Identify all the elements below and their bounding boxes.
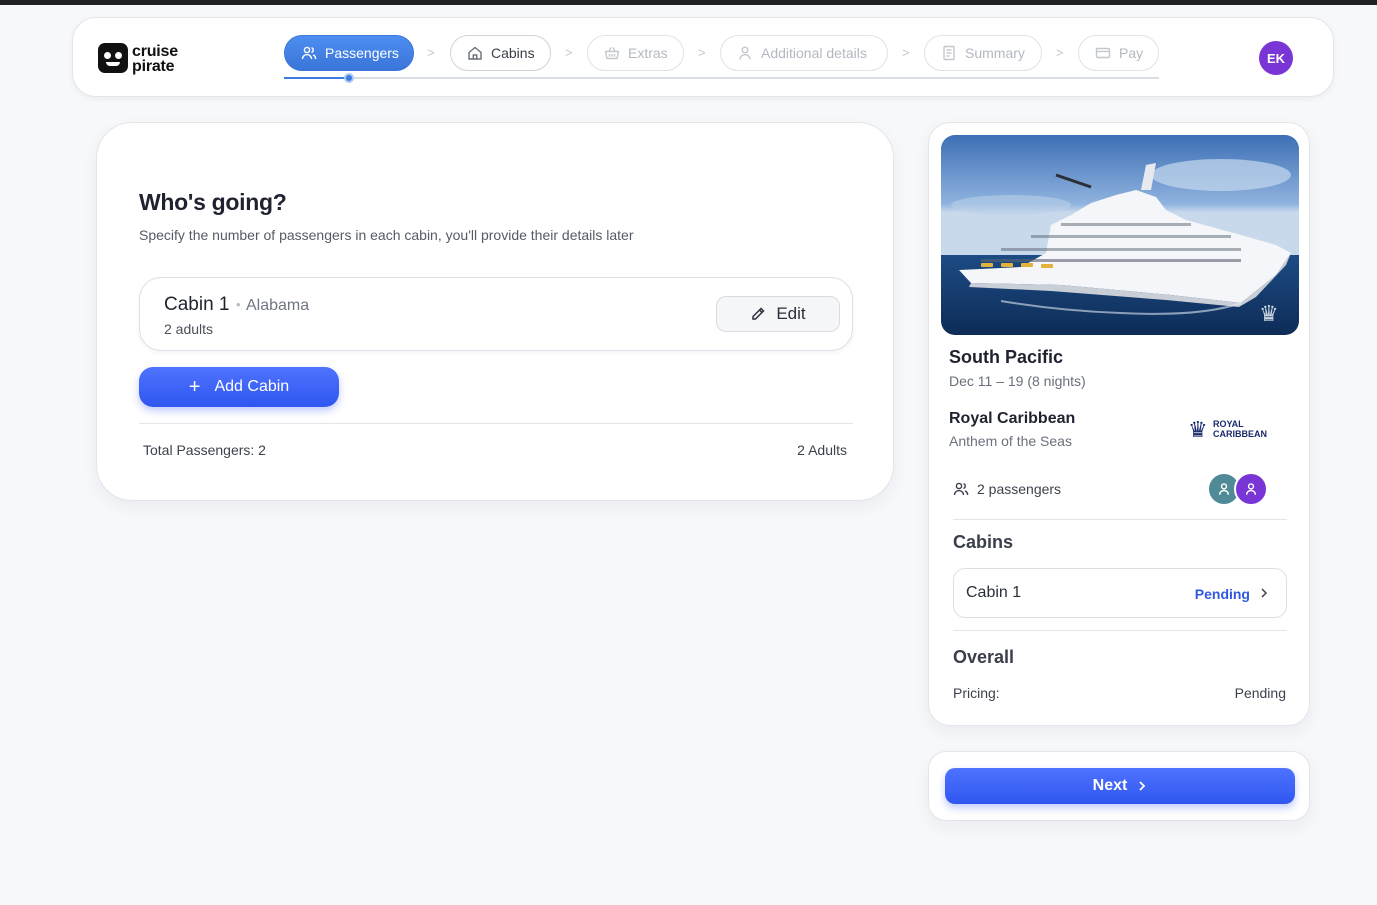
royal-caribbean-logo: ♛ ROYAL CARIBBEAN [1188, 416, 1272, 443]
pencil-icon [752, 307, 765, 320]
step-cabins[interactable]: Cabins [450, 35, 551, 71]
cabin-occupants: 2 adults [164, 321, 214, 337]
cabins-heading: Cabins [953, 532, 1014, 552]
chevron-right-icon: > [565, 45, 573, 60]
users-icon [301, 46, 317, 60]
step-passengers[interactable]: Passengers [284, 35, 414, 71]
ship-image: ♛ [941, 135, 1299, 335]
step-summary: Summary [924, 35, 1042, 71]
cabin-name: Cabin 1 [164, 294, 230, 315]
document-icon [943, 45, 955, 61]
divider [953, 519, 1287, 520]
cruise-dates: Dec 11 – 19 (8 nights) [949, 373, 1086, 389]
user-avatar[interactable]: EK [1259, 41, 1293, 75]
cabin-separator: • [236, 297, 241, 312]
home-icon [468, 46, 482, 60]
pricing-label: Pricing: [953, 685, 1000, 701]
chevron-right-icon [1139, 781, 1146, 791]
add-cabin-button[interactable]: + Add Cabin [139, 367, 339, 407]
ship-name: Anthem of the Seas [949, 433, 1072, 449]
step-progress-bar [284, 73, 1159, 83]
step-additional-details: Additional details [720, 35, 888, 71]
header: cruise pirate Passengers > Cabins > Extr… [72, 17, 1334, 97]
chevron-right-icon: > [1056, 45, 1064, 60]
step-progress-dot [344, 73, 354, 83]
destination: South Pacific [949, 347, 1064, 367]
overall-heading: Overall [953, 647, 1015, 667]
divider [139, 423, 853, 424]
page-title: Who's going? [139, 189, 287, 215]
passenger-count: 2 passengers [953, 481, 1061, 497]
passenger-avatar [1234, 472, 1268, 506]
pirate-logo-icon [98, 43, 128, 73]
total-breakdown: 2 Adults [797, 442, 847, 458]
passengers-card: Who's going? Specify the number of passe… [96, 122, 894, 501]
svg-text:♛: ♛ [1259, 302, 1279, 327]
cabin-card: Cabin 1 • Alabama 2 adults Edit [139, 277, 853, 351]
booking-summary-card: ♛ South Pacific Dec 11 – 19 (8 nights) R… [928, 122, 1310, 726]
user-icon [1245, 483, 1257, 495]
total-passengers: Total Passengers: 2 [143, 442, 266, 458]
svg-text:CARIBBEAN: CARIBBEAN [1213, 429, 1267, 439]
divider [953, 630, 1287, 631]
cruise-line: Royal Caribbean [949, 410, 1076, 427]
step-pay: Pay [1078, 35, 1159, 71]
page-subtitle: Specify the number of passengers in each… [139, 227, 634, 243]
top-bar [0, 0, 1377, 5]
chevron-right-icon: > [698, 45, 706, 60]
users-icon [953, 482, 969, 496]
svg-text:♛: ♛ [1188, 418, 1208, 442]
credit-card-icon [1095, 47, 1111, 59]
step-progress-fill [284, 77, 349, 79]
user-icon [739, 46, 751, 60]
cabin-summary-name: Cabin 1 [966, 584, 1022, 601]
next-card: Next [928, 751, 1310, 821]
chevron-right-icon: > [427, 45, 435, 60]
cabin-location: Alabama [246, 297, 310, 314]
cabin-status: Pending [1194, 586, 1250, 602]
logo-text: cruise pirate [132, 43, 178, 75]
pricing-value: Pending [1234, 685, 1286, 701]
basket-icon [604, 47, 620, 60]
svg-text:ROYAL: ROYAL [1213, 419, 1244, 429]
step-extras: Extras [587, 35, 684, 71]
cabin-summary-row[interactable]: Cabin 1 Pending [953, 568, 1287, 618]
next-button[interactable]: Next [945, 768, 1295, 804]
edit-cabin-button[interactable]: Edit [716, 296, 840, 332]
chevron-right-icon [1261, 588, 1268, 598]
cruise-pirate-logo[interactable]: cruise pirate [98, 43, 198, 75]
user-icon [1218, 483, 1230, 495]
chevron-right-icon: > [902, 45, 910, 60]
plus-icon: + [188, 376, 201, 398]
